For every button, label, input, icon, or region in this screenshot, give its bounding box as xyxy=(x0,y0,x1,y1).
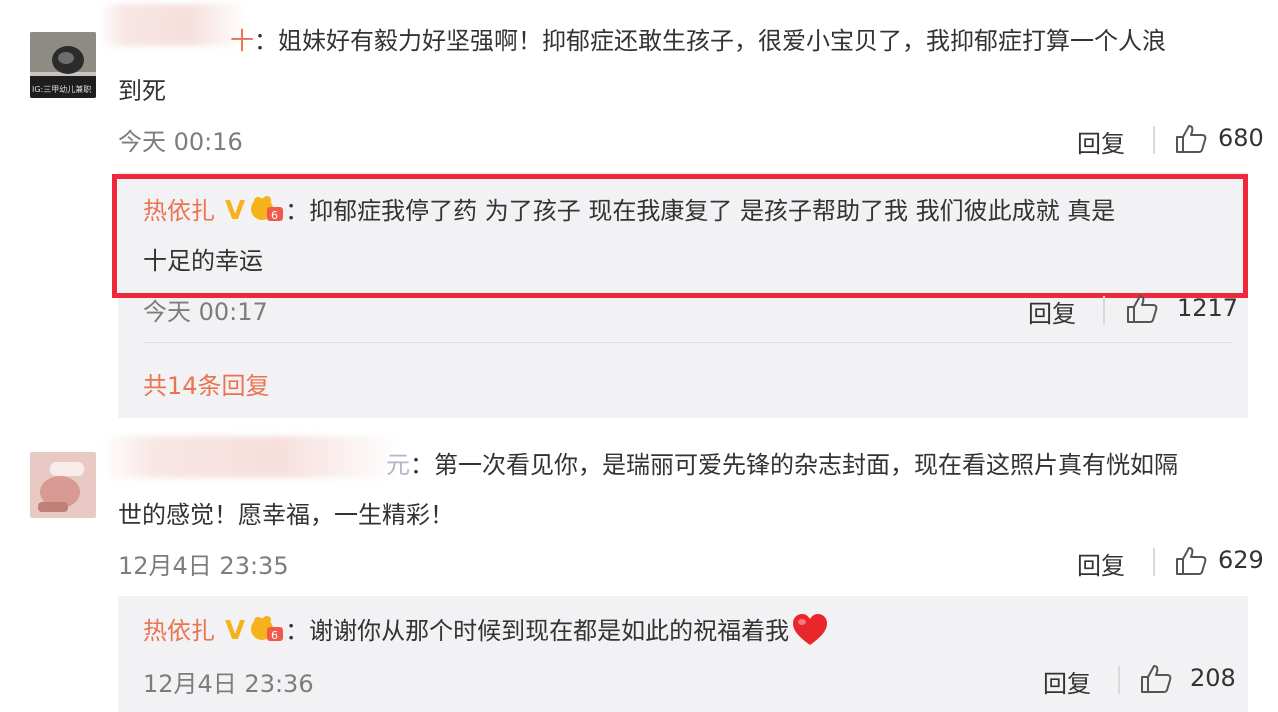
avatar[interactable]: IG:三甲幼儿兼职 xyxy=(30,32,96,98)
vip-badge-icon: 6 xyxy=(249,614,285,644)
reply-body: ：谢谢你从那个时候到现在都是如此的祝福着我 xyxy=(285,617,790,645)
divider xyxy=(1153,126,1155,154)
reply-body: ：抑郁症我停了药 为了孩子 现在我康复了 是孩子帮助了我 我们彼此成就 真是 xyxy=(285,197,1116,225)
like-count: 1217 xyxy=(1177,294,1239,322)
reply-username[interactable]: 热依扎 xyxy=(143,197,215,225)
comment-body: ：姐妹好有毅力好坚强啊！抑郁症还敢生孩子，很爱小宝贝了，我抑郁症打算一个人浪 xyxy=(254,27,1166,55)
like-count: 680 xyxy=(1218,124,1264,152)
vip-badge-icon: 6 xyxy=(249,194,285,224)
reply-timestamp: 今天 00:17 xyxy=(143,298,268,326)
reply-button[interactable]: 回复 xyxy=(1077,124,1125,159)
timestamp: 12月4日 23:35 xyxy=(118,552,289,580)
timestamp: 今天 00:16 xyxy=(118,128,243,156)
avatar[interactable] xyxy=(30,452,96,518)
blurred-username xyxy=(100,436,400,478)
like-count: 629 xyxy=(1218,546,1264,574)
divider xyxy=(1103,296,1105,324)
reply-timestamp: 12月4日 23:36 xyxy=(143,670,314,698)
reply-button[interactable]: 回复 xyxy=(1028,294,1076,329)
username-tail[interactable]: 元 xyxy=(386,451,410,479)
divider xyxy=(1153,548,1155,576)
reply-button[interactable]: 回复 xyxy=(1077,546,1125,581)
like-icon[interactable] xyxy=(1126,294,1158,324)
verified-icon: V xyxy=(225,616,246,646)
comment-text-2: 元：第一次看见你，是瑞丽可爱先锋的杂志封面，现在看这照片真有恍如隔 xyxy=(386,442,1178,488)
reply-text: 热依扎 V 6 ：抑郁症我停了药 为了孩子 现在我康复了 是孩子帮助了我 我们彼此… xyxy=(143,188,1115,234)
svg-text:6: 6 xyxy=(271,629,278,642)
divider xyxy=(1118,666,1120,694)
separator xyxy=(143,342,1233,343)
blurred-username xyxy=(98,4,248,46)
reply-username[interactable]: 热依扎 xyxy=(143,617,215,645)
comment-body: ：第一次看见你，是瑞丽可爱先锋的杂志封面，现在看这照片真有恍如隔 xyxy=(410,451,1178,479)
more-replies-link[interactable]: 共14条回复 xyxy=(143,366,270,401)
like-icon[interactable] xyxy=(1175,124,1207,154)
comment-text-1-cont: 到死 xyxy=(118,77,166,105)
comment-text-1: 十：姐妹好有毅力好坚强啊！抑郁症还敢生孩子，很爱小宝贝了，我抑郁症打算一个人浪 xyxy=(230,18,1166,64)
like-icon[interactable] xyxy=(1140,664,1172,694)
svg-text:6: 6 xyxy=(271,209,278,222)
reply-button[interactable]: 回复 xyxy=(1043,664,1091,699)
heart-icon xyxy=(791,613,829,647)
avatar-caption: IG:三甲幼儿兼职 xyxy=(32,85,92,94)
reply-text: 热依扎 V 6 ：谢谢你从那个时候到现在都是如此的祝福着我 xyxy=(143,608,829,654)
like-count: 208 xyxy=(1190,664,1236,692)
comment-text-2-cont: 世的感觉！愿幸福，一生精彩！ xyxy=(118,501,454,529)
avatar-image xyxy=(30,452,96,518)
reply-text-cont: 十足的幸运 xyxy=(143,247,263,275)
verified-icon: V xyxy=(225,196,246,226)
like-icon[interactable] xyxy=(1175,546,1207,576)
username-tail[interactable]: 十 xyxy=(230,27,254,55)
